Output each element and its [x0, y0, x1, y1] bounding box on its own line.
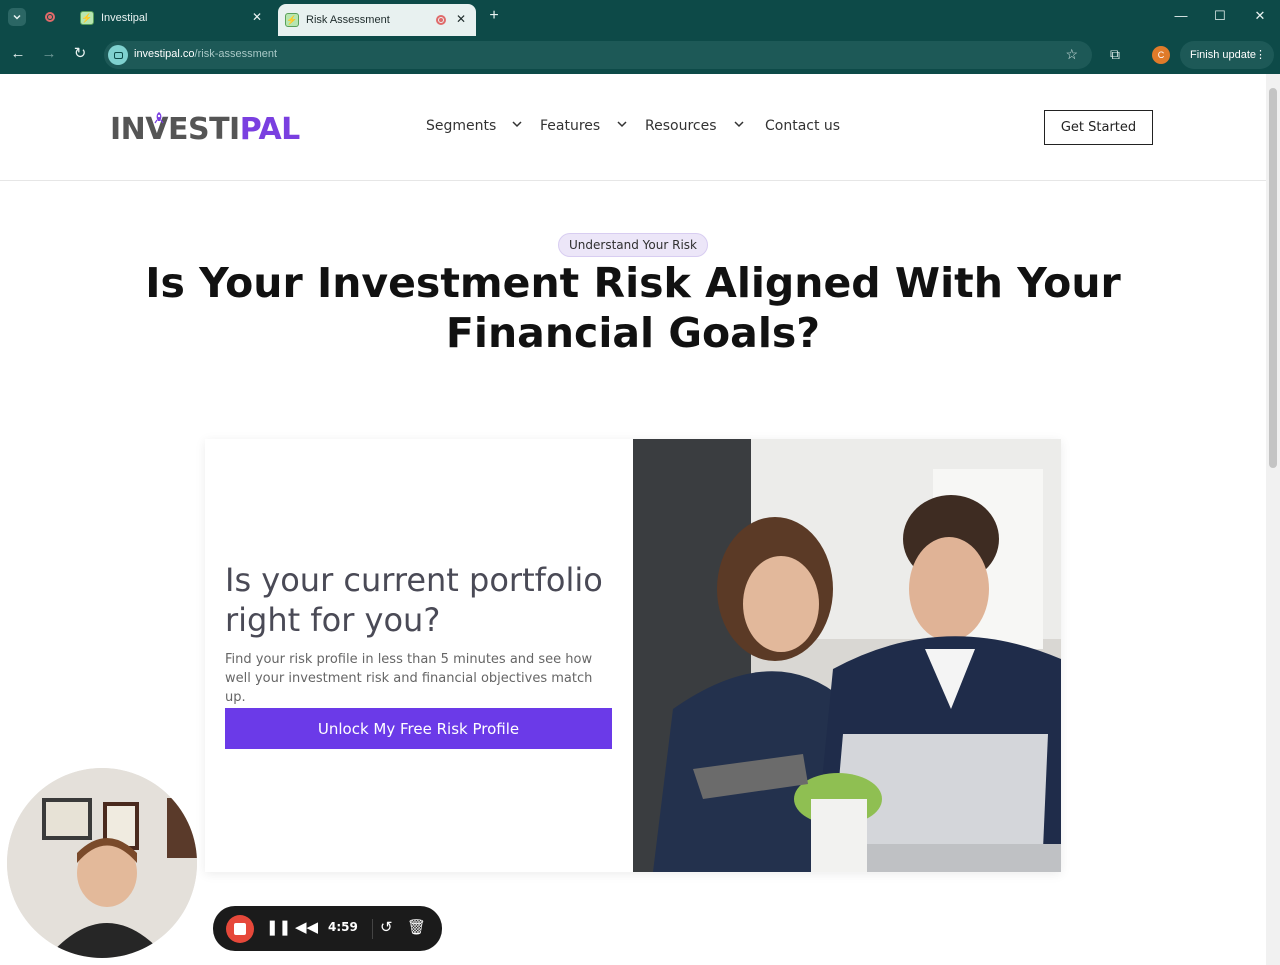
- card-title: Is your current portfolio right for you?: [225, 561, 603, 639]
- rewind-icon[interactable]: ◀◀: [295, 918, 318, 938]
- investipal-logo[interactable]: INVESTIPAL: [110, 112, 300, 147]
- divider: [372, 919, 373, 939]
- restart-icon[interactable]: ↺: [380, 918, 393, 938]
- investipal-favicon-icon: ⚡: [80, 11, 94, 25]
- reload-icon[interactable]: ↻: [70, 44, 90, 64]
- eyebrow-badge: Understand Your Risk: [558, 233, 708, 257]
- recorder-controls: ❚❚ ◀◀ 4:59 ↺ 🗑: [213, 906, 442, 951]
- nav-resources[interactable]: Resources: [645, 118, 717, 134]
- maximize-icon[interactable]: ☐: [1210, 8, 1230, 24]
- investipal-favicon-icon: ⚡: [285, 13, 299, 27]
- rocket-icon: [154, 112, 164, 124]
- get-started-button[interactable]: Get Started: [1044, 110, 1153, 145]
- chevron-down-icon: [13, 14, 21, 20]
- tab-title: Risk Assessment: [306, 14, 390, 26]
- chevron-down-icon[interactable]: [616, 118, 628, 130]
- more-menu-icon: ⋮: [1255, 49, 1266, 61]
- close-icon[interactable]: ✕: [456, 12, 466, 26]
- card-description: Find your risk profile in less than 5 mi…: [225, 652, 593, 705]
- hero-card: Is your current portfolio right for you?…: [205, 439, 1061, 872]
- bookmark-star-icon[interactable]: ☆: [1065, 46, 1078, 63]
- minimize-icon[interactable]: —: [1171, 8, 1191, 23]
- recording-timer: 4:59: [328, 920, 358, 934]
- address-bar[interactable]: investipal.co/risk-assessment ☆: [104, 41, 1092, 69]
- hero-photo: [633, 439, 1061, 872]
- browser-toolbar: ← → ↻ investipal.co/risk-assessment ☆ ⧉ …: [0, 36, 1280, 74]
- trash-icon[interactable]: 🗑: [407, 918, 426, 938]
- back-icon[interactable]: ←: [8, 44, 28, 64]
- close-icon[interactable]: ✕: [252, 10, 262, 24]
- new-tab-icon[interactable]: +: [484, 7, 504, 25]
- nav-contact-us[interactable]: Contact us: [765, 118, 840, 134]
- recording-indicator-icon: [436, 15, 446, 25]
- profile-avatar[interactable]: C: [1152, 46, 1170, 64]
- finish-update-button[interactable]: Finish update ⋮: [1180, 41, 1274, 69]
- extensions-icon[interactable]: ⧉: [1105, 44, 1125, 64]
- scrollbar-thumb[interactable]: [1269, 88, 1277, 468]
- nav-segments[interactable]: Segments: [426, 118, 496, 134]
- forward-icon[interactable]: →: [39, 44, 59, 64]
- page-title: Is Your Investment Risk Aligned With You…: [145, 259, 1121, 357]
- chevron-down-icon[interactable]: [733, 118, 745, 130]
- url-text: investipal.co/risk-assessment: [134, 48, 278, 60]
- page-scrollbar[interactable]: [1266, 74, 1280, 965]
- tab-title: Investipal: [101, 12, 148, 24]
- recording-indicator-icon: [45, 12, 55, 22]
- stop-recording-button[interactable]: [226, 915, 254, 943]
- tab-investipal[interactable]: ⚡ Investipal ✕: [76, 4, 272, 32]
- tab-search-button[interactable]: [8, 8, 26, 26]
- pause-icon[interactable]: ❚❚: [266, 918, 291, 938]
- browser-tabstrip: ⚡ Investipal ✕ ⚡ Risk Assessment ✕ + — ☐…: [0, 0, 1280, 36]
- window-close-icon[interactable]: ✕: [1250, 8, 1270, 24]
- unlock-risk-profile-button[interactable]: Unlock My Free Risk Profile: [225, 708, 612, 749]
- site-info-icon[interactable]: [108, 45, 128, 65]
- nav-features[interactable]: Features: [540, 118, 600, 134]
- tab-risk-assessment[interactable]: ⚡ Risk Assessment ✕: [278, 4, 476, 36]
- chevron-down-icon[interactable]: [511, 118, 523, 130]
- webcam-bubble[interactable]: [7, 768, 197, 958]
- site-header: INVESTIPAL Segments Features Resources C…: [0, 74, 1266, 181]
